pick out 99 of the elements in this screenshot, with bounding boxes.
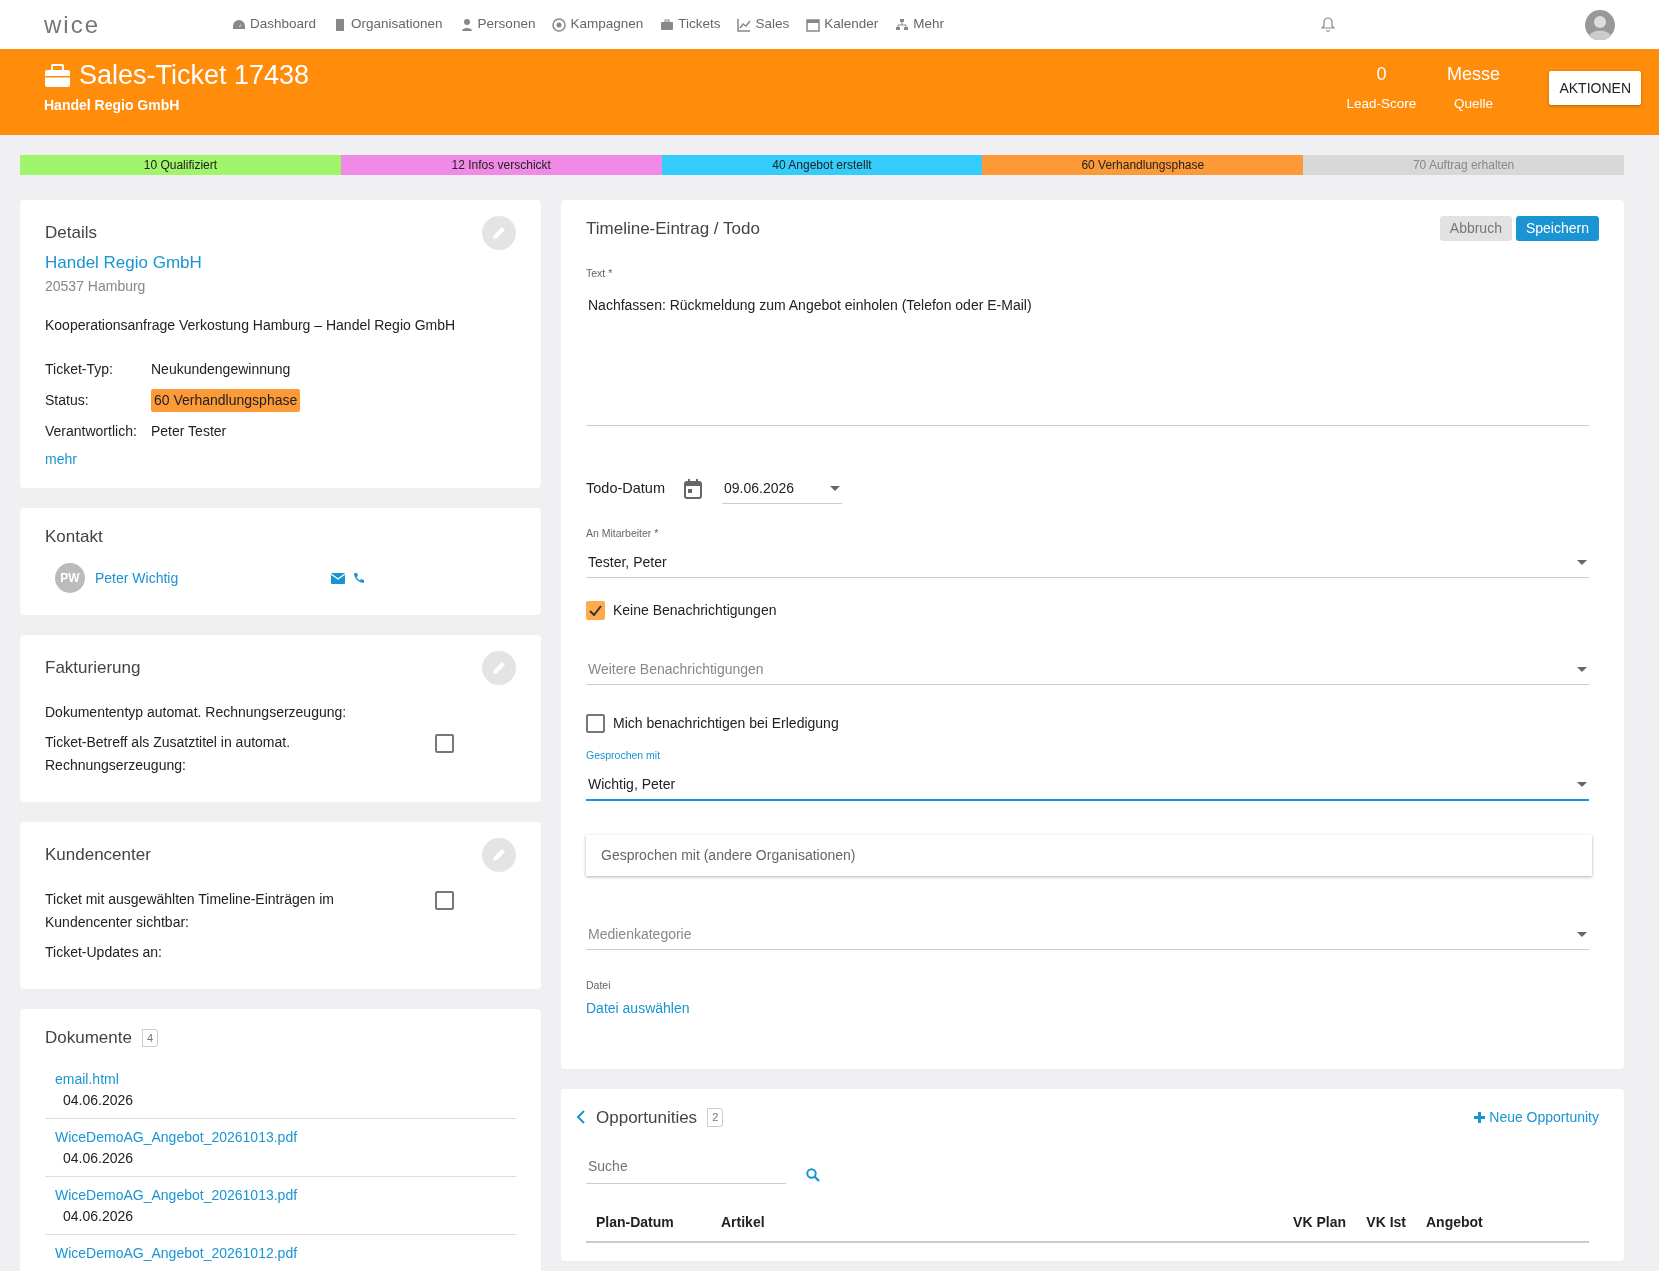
logo[interactable]: wice (44, 6, 232, 43)
nav-link[interactable]: Tickets (660, 14, 721, 35)
field-label: Todo-Datum (586, 479, 666, 499)
column-header: Plan-Datum (595, 1213, 675, 1232)
checkbox[interactable] (435, 891, 454, 911)
company-link[interactable]: Handel Regio GmbH (45, 250, 516, 276)
ticket-title: Sales-Ticket 17438 (79, 61, 310, 91)
input-field[interactable]: Gesprochen mit (andere Organisationen) (586, 834, 1592, 876)
address-text: 20537 Hamburg (45, 276, 147, 296)
column-header: Angebot (1425, 1213, 1484, 1232)
document-date: 04.06.2026 (63, 1206, 135, 1226)
phone-icon[interactable] (353, 572, 365, 584)
plus-icon (1474, 1111, 1486, 1123)
hierarchy-icon (895, 17, 910, 32)
stage-segment[interactable]: 10 Qualifiziert (20, 155, 341, 175)
column-header: Artikel (720, 1213, 766, 1232)
cancel-button[interactable]: Abbruch (1439, 216, 1512, 242)
field-label: Ticket-Typ: (45, 359, 114, 379)
field-label: Ticket-Updates an: (45, 942, 163, 962)
checkbox-label: Keine Benachrichtigungen (613, 601, 777, 620)
pencil-icon (491, 225, 507, 241)
chevron-left-icon[interactable] (576, 1109, 586, 1126)
select-field[interactable]: Wichtig, Peter (586, 769, 1589, 801)
calendar-icon[interactable] (684, 479, 702, 500)
nav-link[interactable]: Kalender (806, 14, 879, 35)
document-link[interactable]: WiceDemoAG_Angebot_20261013.pdf (55, 1184, 506, 1206)
card-title: Kundencenter (45, 844, 151, 867)
avatar-icon[interactable] (1585, 9, 1615, 40)
new-opportunity-link[interactable]: Neue Opportunity (1474, 1106, 1599, 1128)
count-badge: 2 (707, 1108, 724, 1127)
document-link[interactable]: WiceDemoAG_Angebot_20261012.pdf (55, 1242, 506, 1264)
card-title: Dokumente (45, 1027, 132, 1050)
field-label: An Mitarbeiter * (586, 526, 660, 542)
column-header: VK Plan (1292, 1213, 1347, 1232)
field-label: Ticket mit ausgewählten Timeline-Einträgen im Kundencenter sichtbar: (45, 890, 335, 932)
column-header: VK Ist (1365, 1213, 1407, 1232)
stage-segment[interactable]: 60 Verhandlungsphase (982, 155, 1304, 175)
target-icon (552, 17, 567, 32)
file-link[interactable]: Datei auswählen (586, 997, 690, 1019)
pencil-icon (491, 847, 507, 864)
stat-label: Lead-Score (1345, 95, 1418, 113)
person-icon (459, 17, 474, 32)
field-value: Neukundengewinnung (151, 359, 291, 379)
stat-label: Quelle (1452, 95, 1494, 113)
search-icon[interactable] (806, 1168, 820, 1182)
field-label: Ticket-Betreff als Zusatztitel in automat. Rechnungserzeugung: (45, 733, 292, 775)
card-title: Kontakt (45, 525, 103, 548)
actions-button[interactable]: AKTIONEN (1549, 71, 1641, 105)
document-date: 04.06.2026 (63, 1148, 135, 1168)
bell-icon[interactable] (1321, 17, 1335, 32)
dashboard-gauge-icon (232, 17, 246, 32)
pencil-icon (491, 660, 507, 676)
checkbox[interactable] (435, 734, 454, 754)
more-link[interactable]: mehr (45, 448, 77, 470)
text-area[interactable]: Nachfassen: Rückmeldung zum Angebot einholen (Telefon oder E-Mail) (586, 281, 1589, 427)
field-label: Gesprochen mit (586, 748, 662, 763)
nav-link[interactable]: Organisationen (333, 14, 443, 35)
company-name: Handel Regio GmbH (44, 95, 181, 115)
nav-link[interactable]: Sales (737, 14, 790, 35)
checkbox-label: Mich benachrichtigen bei Erledigung (613, 714, 839, 733)
calendar-icon (806, 17, 821, 32)
status-badge: 60 Verhandlungsphase (151, 388, 301, 412)
field-label: Dokumententyp automat. Rechnungserzeugung: (45, 703, 348, 722)
briefcase-icon (44, 63, 71, 88)
briefcase-icon (660, 17, 675, 32)
field-label: Status: (45, 390, 90, 410)
card-title: Fakturierung (45, 657, 141, 680)
stat-value: 0 (1375, 63, 1388, 86)
checkbox[interactable] (586, 601, 605, 620)
field-label: Text * (586, 265, 614, 281)
select-field[interactable]: Weitere Benachrichtigungen (586, 655, 1589, 685)
card-title: Details (45, 222, 97, 245)
stage-segment[interactable]: 40 Angebot erstellt (661, 155, 983, 175)
ticket-subject: Kooperationsanfrage Verkostung Hamburg – Handel Regio GmbH (45, 315, 457, 335)
count-badge: 4 (141, 1028, 159, 1048)
line-chart-icon (737, 17, 752, 32)
field-label: Verantwortlich: (45, 421, 138, 441)
card-title: Timeline-Eintrag / Todo (586, 218, 760, 240)
document-link[interactable]: WiceDemoAG_Angebot_20261013.pdf (55, 1126, 506, 1148)
mail-icon[interactable] (331, 572, 345, 584)
stat-value: Messe (1445, 63, 1501, 86)
select-field[interactable]: Tester, Peter (586, 548, 1589, 578)
document-link[interactable]: email.html (55, 1068, 506, 1090)
card-title: Opportunities (596, 1106, 698, 1129)
save-button[interactable]: Speichern (1515, 216, 1599, 242)
stage-segment[interactable]: 12 Infos verschickt (340, 155, 662, 175)
checkmark-icon (589, 605, 602, 616)
nav-link[interactable]: Mehr (895, 14, 945, 35)
field-label: Datei (586, 977, 612, 993)
nav-link[interactable]: Personen (459, 14, 536, 35)
field-value: Peter Tester (151, 421, 227, 441)
select-field[interactable]: Medienkategorie (586, 919, 1589, 950)
checkbox[interactable] (586, 714, 605, 733)
nav-link[interactable]: Dashboard (232, 14, 317, 35)
document-date: 04.06.2026 (63, 1090, 135, 1110)
date-field[interactable]: 09.06.2026 (722, 474, 842, 505)
nav-link[interactable]: Kampagnen (552, 14, 644, 35)
contact-link[interactable]: Peter Wichtig (95, 567, 331, 589)
initials-avatar: PW (55, 563, 85, 593)
